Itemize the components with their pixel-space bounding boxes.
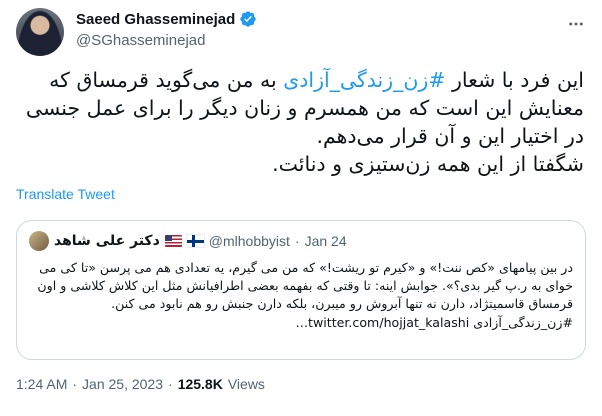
meta-separator-2: ·	[168, 376, 173, 392]
tweet-time[interactable]: 1:24 AM	[16, 376, 67, 392]
tweet-hashtag[interactable]: #زن_زندگی_آزادی	[283, 68, 445, 92]
quoted-author-handle: @mlhobbyist	[208, 233, 290, 249]
tweet-meta: 1:24 AM · Jan 25, 2023 · 125.8K Views	[16, 376, 265, 392]
tweet-text-line-2: شگفتا از این همه زن‌ستیزی و دنائت.	[272, 152, 584, 176]
translate-tweet-link[interactable]: Translate Tweet	[16, 186, 115, 202]
quoted-author-avatar	[29, 231, 49, 251]
author-display-name[interactable]: Saeed Ghasseminejad	[76, 11, 235, 28]
quoted-link: twitter.com/hojjat_kalashi…	[295, 314, 470, 330]
quoted-tweet-header: دکتر علی شاهد @mlhobbyist · Jan 24	[29, 231, 347, 251]
meta-separator-1: ·	[72, 376, 78, 392]
author-handle[interactable]: @SGhasseminejad	[76, 32, 205, 49]
tweet-date[interactable]: Jan 25, 2023	[82, 376, 163, 392]
tweet: Saeed Ghasseminejad @SGhasseminejad این …	[0, 0, 602, 416]
verified-badge-icon	[239, 10, 257, 28]
author-name-row: Saeed Ghasseminejad	[76, 10, 257, 28]
quoted-tweet[interactable]: دکتر علی شاهد @mlhobbyist · Jan 24 در بی…	[16, 220, 586, 360]
quoted-date: Jan 24	[304, 233, 347, 249]
quoted-text-body: در بین پیامهای «کص ننت!» و «کیرم تو ریشت…	[37, 260, 573, 312]
finland-flag-icon	[185, 234, 205, 248]
us-flag-icon	[164, 235, 182, 247]
views-label: Views	[227, 376, 265, 392]
quoted-tweet-text: در بین پیامهای «کص ننت!» و «کیرم تو ریشت…	[27, 259, 573, 332]
tweet-text: این فرد با شعار #زن_زندگی_آزادی به من می…	[18, 66, 584, 178]
quoted-hashtag: #زن_زندگی_آزادی	[473, 314, 573, 330]
tweet-text-before: این فرد با شعار	[445, 68, 584, 92]
more-dots-icon[interactable]	[560, 8, 592, 40]
quoted-separator: ·	[294, 233, 300, 249]
quoted-author-name: دکتر علی شاهد	[54, 233, 160, 249]
views-count: 125.8K	[177, 376, 223, 392]
author-avatar[interactable]	[16, 8, 64, 56]
